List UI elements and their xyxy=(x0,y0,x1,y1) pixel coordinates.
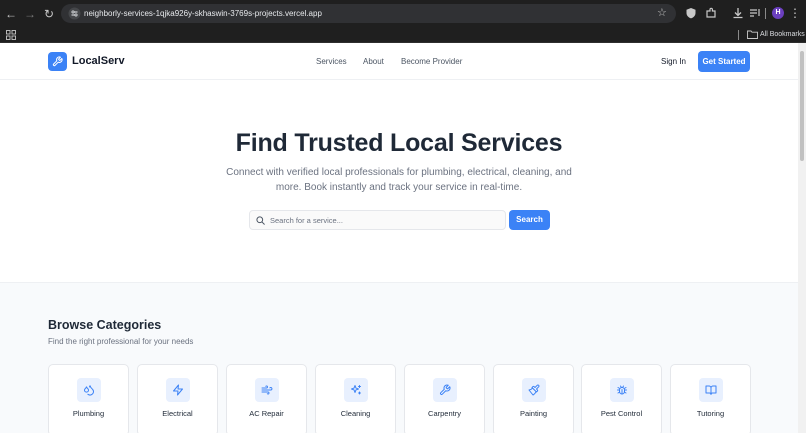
media-controls-icon[interactable] xyxy=(748,6,762,20)
category-label: Carpentry xyxy=(428,409,461,418)
nav-about[interactable]: About xyxy=(363,55,384,69)
book-icon xyxy=(705,385,717,395)
reload-icon[interactable]: ↻ xyxy=(42,7,56,21)
logo-badge[interactable] xyxy=(48,52,67,71)
hero-subtitle: Connect with verified local professional… xyxy=(226,167,572,193)
menu-kebab-icon[interactable]: ⋮ xyxy=(788,6,802,20)
categories-section: Browse Categories Find the right profess… xyxy=(0,282,798,433)
paintbrush-icon xyxy=(528,384,540,396)
url-text: neighborly-services-1qjka926y-skhaswin-3… xyxy=(84,9,322,18)
bookmark-star-icon[interactable]: ☆ xyxy=(657,7,669,19)
nav-become-provider[interactable]: Become Provider xyxy=(401,55,462,69)
wrench-icon xyxy=(439,384,451,396)
droplets-icon xyxy=(83,385,95,396)
browser-toolbar: ← → ↻ neighborly-services-1qjka926y-skha… xyxy=(0,0,806,28)
search-field[interactable] xyxy=(249,210,506,230)
page-scrollbar[interactable] xyxy=(798,43,806,433)
category-label: Electrical xyxy=(162,409,193,418)
wrench-logo-icon xyxy=(52,56,63,67)
scrollbar-thumb[interactable] xyxy=(800,51,804,161)
folder-icon[interactable] xyxy=(747,30,758,39)
lightning-icon xyxy=(173,384,183,396)
category-card-painting[interactable]: Painting xyxy=(493,364,574,433)
brand-name[interactable]: LocalServ xyxy=(72,52,125,71)
profile-avatar[interactable]: H xyxy=(772,7,784,19)
bookmarks-bar xyxy=(0,28,806,43)
search-icon xyxy=(256,216,265,225)
bookmarks-divider xyxy=(738,30,739,40)
category-card-carpentry[interactable]: Carpentry xyxy=(404,364,485,433)
hero-title: Find Trusted Local Services xyxy=(235,129,563,157)
back-icon[interactable]: ← xyxy=(4,7,18,21)
section-title: Browse Categories xyxy=(48,318,162,332)
download-icon[interactable] xyxy=(731,6,745,20)
category-label: AC Repair xyxy=(249,409,284,418)
bug-icon xyxy=(617,385,627,395)
category-card-plumbing[interactable]: Plumbing xyxy=(48,364,129,433)
all-bookmarks-link[interactable]: All Bookmarks xyxy=(760,28,805,42)
category-card-tutoring[interactable]: Tutoring xyxy=(670,364,751,433)
search-input[interactable] xyxy=(270,212,500,229)
category-card-electrical[interactable]: Electrical xyxy=(137,364,218,433)
sign-in-button[interactable]: Sign In xyxy=(661,55,686,69)
search-button[interactable]: Search xyxy=(509,210,550,230)
toolbar-divider xyxy=(765,8,766,19)
extensions-icon[interactable] xyxy=(704,6,718,20)
page-viewport: LocalServ Services About Become Provider… xyxy=(0,43,806,433)
category-label: Pest Control xyxy=(600,409,643,418)
category-card-cleaning[interactable]: Cleaning xyxy=(315,364,396,433)
category-card-ac-repair[interactable]: AC Repair xyxy=(226,364,307,433)
wind-icon xyxy=(261,385,273,395)
forward-icon[interactable]: → xyxy=(23,7,37,21)
category-card-pest-control[interactable]: Pest Control xyxy=(581,364,662,433)
sparkles-icon xyxy=(351,385,361,395)
section-subtitle: Find the right professional for your nee… xyxy=(48,337,194,346)
category-label: Painting xyxy=(519,409,548,418)
get-started-button[interactable]: Get Started xyxy=(698,51,750,72)
nav-services[interactable]: Services xyxy=(316,55,347,69)
site-header: LocalServ Services About Become Provider… xyxy=(0,43,798,80)
shield-extension-icon[interactable] xyxy=(684,6,698,20)
category-label: Tutoring xyxy=(696,409,725,418)
hero-section: Find Trusted Local Services Connect with… xyxy=(0,81,798,282)
category-label: Cleaning xyxy=(340,409,371,418)
site-info-icon[interactable] xyxy=(68,7,81,20)
apps-grid-icon[interactable] xyxy=(6,30,16,40)
category-label: Plumbing xyxy=(72,409,105,418)
address-bar[interactable]: neighborly-services-1qjka926y-skhaswin-3… xyxy=(61,4,676,23)
